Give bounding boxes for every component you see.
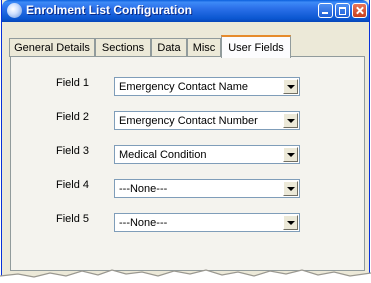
field-2-label: Field 2 xyxy=(56,111,90,123)
field-1-value: Emergency Contact Name xyxy=(119,81,248,93)
close-icon[interactable] xyxy=(352,3,367,18)
field-2-select[interactable]: Emergency Contact Number xyxy=(114,111,300,130)
field-4-value: ---None--- xyxy=(119,183,168,195)
chevron-down-icon[interactable] xyxy=(283,147,298,162)
maximize-icon[interactable] xyxy=(335,3,350,18)
field-4-select[interactable]: ---None--- xyxy=(114,179,300,198)
field-3-value: Medical Condition xyxy=(119,149,207,161)
field-4-label: Field 4 xyxy=(56,179,90,191)
user-fields-panel: Field 1 Emergency Contact Name Field 2 E… xyxy=(10,56,365,271)
field-3-label: Field 3 xyxy=(56,145,90,157)
chevron-down-icon[interactable] xyxy=(283,113,298,128)
app-icon xyxy=(7,3,22,18)
tab-sections[interactable]: Sections xyxy=(95,38,151,57)
field-1-select[interactable]: Emergency Contact Name xyxy=(114,77,300,96)
chevron-down-icon[interactable] xyxy=(283,79,298,94)
field-3-select[interactable]: Medical Condition xyxy=(114,145,300,164)
window-title: Enrolment List Configuration xyxy=(26,3,192,17)
field-5-label: Field 5 xyxy=(56,213,90,225)
field-5-value: ---None--- xyxy=(119,217,168,229)
chevron-down-icon[interactable] xyxy=(283,181,298,196)
tab-general-details[interactable]: General Details xyxy=(9,38,95,57)
field-5-select[interactable]: ---None--- xyxy=(114,213,300,232)
tab-misc[interactable]: Misc xyxy=(187,38,221,57)
field-1-label: Field 1 xyxy=(56,77,90,89)
field-2-value: Emergency Contact Number xyxy=(119,115,258,127)
chevron-down-icon[interactable] xyxy=(283,215,298,230)
minimize-icon[interactable] xyxy=(318,3,333,18)
title-bar[interactable]: Enrolment List Configuration xyxy=(2,0,369,22)
torn-edge xyxy=(0,269,371,283)
dialog-window: Enrolment List Configuration General Det… xyxy=(1,0,370,283)
tab-data[interactable]: Data xyxy=(151,38,187,57)
tab-user-fields[interactable]: User Fields xyxy=(221,35,291,58)
